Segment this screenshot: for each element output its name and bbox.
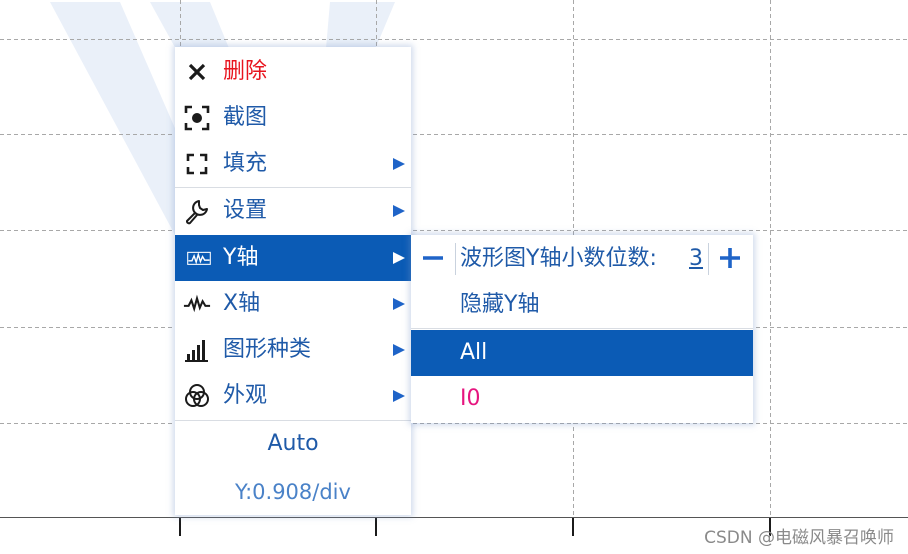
context-menu: 删除 截图 填充 设置 Y轴 X轴 图形种类 外观 Auto Y:0.908/d… (175, 47, 411, 515)
scale-readout-row: Y:0.908/div (175, 469, 411, 515)
auto-scale-button[interactable]: Auto (175, 421, 411, 467)
menu-item-label: 图形种类 (223, 337, 312, 362)
fill-frame-icon (183, 150, 211, 178)
screenshot-icon (183, 104, 211, 132)
menu-item-label: I0 (460, 386, 481, 411)
auto-label: Auto (267, 431, 319, 456)
menu-item-y-axis[interactable]: Y轴 (175, 235, 411, 281)
plus-icon (720, 248, 740, 268)
submenu-arrow-icon (393, 205, 405, 217)
channel-item-all[interactable]: All (411, 330, 753, 376)
x-axis-ticks (179, 518, 771, 536)
minus-icon (423, 256, 443, 260)
menu-item-fill[interactable]: 填充 (175, 141, 411, 187)
row-divider (455, 243, 456, 275)
menu-item-label: 设置 (223, 198, 268, 223)
decrement-button[interactable] (419, 240, 447, 276)
menu-item-label: 外观 (223, 383, 268, 408)
bar-chart-icon (183, 336, 211, 364)
menu-divider (411, 328, 753, 329)
channel-item-i0[interactable]: I0 (411, 376, 753, 422)
submenu-arrow-icon (393, 344, 405, 356)
hide-y-axis-item[interactable]: 隐藏Y轴 (411, 282, 753, 328)
menu-item-label: X轴 (223, 291, 261, 316)
menu-item-delete[interactable]: 删除 (175, 49, 411, 95)
decimal-places-value[interactable]: 3 (689, 245, 703, 273)
decimal-places-row: 波形图Y轴小数位数: 3 (411, 236, 753, 282)
menu-item-label: 填充 (223, 151, 268, 176)
submenu-arrow-icon (393, 390, 405, 402)
source-watermark: CSDN @电磁风暴召唤师 (704, 528, 894, 548)
menu-item-x-axis[interactable]: X轴 (175, 281, 411, 327)
y-axis-submenu: 波形图Y轴小数位数: 3 隐藏Y轴 All I0 (411, 235, 753, 423)
submenu-arrow-icon (393, 252, 405, 264)
close-icon (183, 58, 211, 86)
menu-item-appearance[interactable]: 外观 (175, 373, 411, 419)
menu-item-label: 截图 (223, 105, 268, 130)
menu-item-label: Y轴 (223, 245, 259, 270)
submenu-arrow-icon (393, 158, 405, 170)
menu-item-label: 删除 (223, 59, 268, 84)
submenu-arrow-icon (393, 298, 405, 310)
menu-item-settings[interactable]: 设置 (175, 188, 411, 234)
menu-item-label: 隐藏Y轴 (460, 292, 540, 317)
waveform-icon (183, 290, 211, 318)
menu-item-label: All (460, 340, 488, 365)
menu-item-chart-type[interactable]: 图形种类 (175, 327, 411, 373)
palette-circles-icon (183, 382, 211, 410)
decimal-places-label: 波形图Y轴小数位数: (460, 246, 657, 271)
increment-button[interactable] (715, 240, 745, 276)
waveform-icon (183, 244, 211, 272)
y-scale-readout: Y:0.908/div (235, 480, 351, 504)
wrench-icon (183, 197, 211, 225)
row-divider (708, 243, 709, 275)
menu-item-screenshot[interactable]: 截图 (175, 95, 411, 141)
